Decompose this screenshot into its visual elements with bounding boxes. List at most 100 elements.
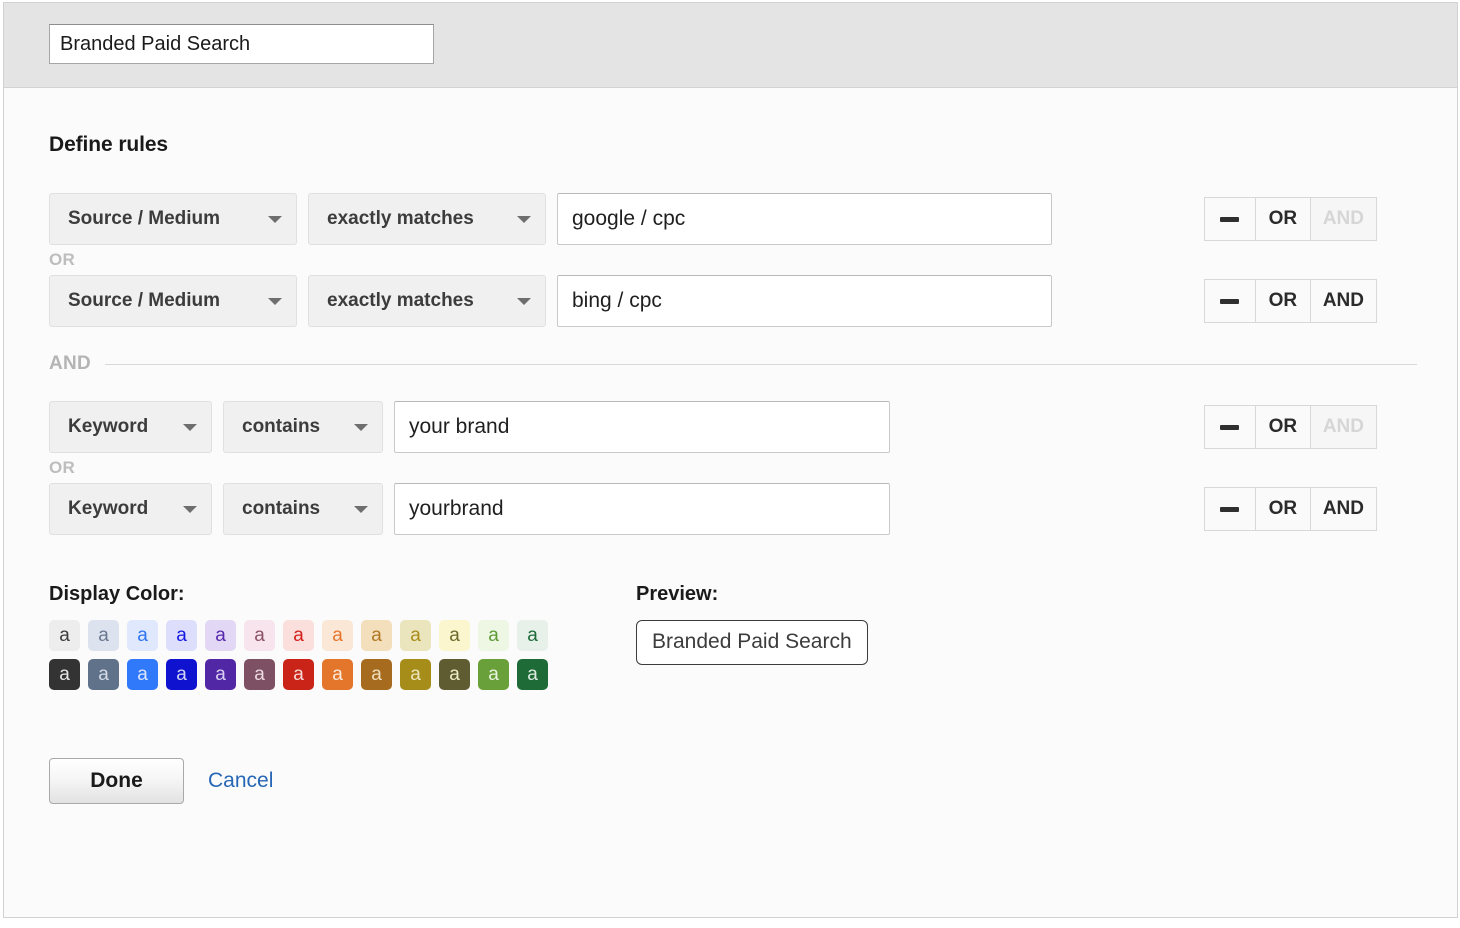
- and-button[interactable]: AND: [1310, 487, 1377, 531]
- dialog-header: [4, 3, 1457, 88]
- rule-row: Keyword contains OR: [49, 483, 1417, 535]
- and-button: AND: [1310, 197, 1377, 241]
- operator-select[interactable]: contains: [223, 401, 383, 453]
- color-swatch-dark-6[interactable]: a: [283, 659, 314, 690]
- color-swatch-light-0[interactable]: a: [49, 620, 80, 651]
- and-group-label: AND: [49, 353, 106, 375]
- color-swatch-light-10[interactable]: a: [439, 620, 470, 651]
- rule-row: Source / Medium exactly matches: [49, 193, 1417, 245]
- color-swatch-dark-0[interactable]: a: [49, 659, 80, 690]
- color-swatch-dark-12[interactable]: a: [517, 659, 548, 690]
- row-controls: OR AND: [1203, 197, 1377, 241]
- or-button[interactable]: OR: [1255, 405, 1311, 449]
- dialog-body: Define rules Source / Medium exactly mat…: [4, 88, 1457, 804]
- color-swatch-dark-5[interactable]: a: [244, 659, 275, 690]
- color-swatch-light-2[interactable]: a: [127, 620, 158, 651]
- color-swatch-light-1[interactable]: a: [88, 620, 119, 651]
- rule-group-2: Keyword contains OR: [4, 401, 1457, 535]
- dimension-select-label: Source / Medium: [68, 290, 221, 311]
- segment-preview-chip: Branded Paid Search: [636, 620, 868, 665]
- operator-select[interactable]: exactly matches: [308, 193, 546, 245]
- rule-row: Source / Medium exactly matches: [49, 275, 1417, 327]
- and-button[interactable]: AND: [1310, 279, 1377, 323]
- rule-value-input[interactable]: [557, 275, 1052, 327]
- divider-line: [49, 364, 1417, 365]
- minus-icon: [1220, 506, 1240, 512]
- operator-select-label: exactly matches: [327, 290, 474, 311]
- segment-editor-page: Define rules Source / Medium exactly mat…: [0, 0, 1460, 928]
- minus-icon: [1220, 216, 1240, 222]
- rule-group-1: Source / Medium exactly matches google /…: [4, 193, 1457, 327]
- page-title: Define rules: [49, 133, 169, 156]
- chevron-down-icon: [517, 216, 531, 223]
- rule-value-input[interactable]: [394, 483, 890, 535]
- chevron-down-icon: [354, 424, 368, 431]
- chevron-down-icon: [183, 506, 197, 513]
- color-swatch-light-4[interactable]: a: [205, 620, 236, 651]
- dimension-select-label: Keyword: [68, 498, 149, 519]
- chevron-down-icon: [517, 298, 531, 305]
- color-swatch-dark-7[interactable]: a: [322, 659, 353, 690]
- color-swatch-dark-9[interactable]: a: [400, 659, 431, 690]
- segment-name-input[interactable]: [49, 24, 434, 64]
- operator-select[interactable]: contains: [223, 483, 383, 535]
- color-swatch-light-11[interactable]: a: [478, 620, 509, 651]
- color-swatch-dark-8[interactable]: a: [361, 659, 392, 690]
- remove-rule-button[interactable]: [1203, 279, 1256, 323]
- minus-icon: [1220, 424, 1240, 430]
- color-swatch-light-7[interactable]: a: [322, 620, 353, 651]
- dimension-select[interactable]: Keyword: [49, 483, 212, 535]
- dimension-select-label: Keyword: [68, 416, 149, 437]
- operator-select-label: contains: [242, 498, 321, 519]
- preview-label: Preview:: [636, 583, 719, 605]
- define-segment-dialog: Define rules Source / Medium exactly mat…: [3, 2, 1458, 918]
- chevron-down-icon: [354, 506, 368, 513]
- done-button[interactable]: Done: [49, 758, 184, 804]
- remove-rule-button[interactable]: [1203, 197, 1256, 241]
- rule-value-input[interactable]: [557, 193, 1052, 245]
- color-swatch-dark-1[interactable]: a: [88, 659, 119, 690]
- preview-group: Preview: Branded Paid Search: [636, 583, 868, 690]
- color-swatch-grid: aaaaaaaaaaaaa aaaaaaaaaaaaa: [49, 620, 548, 690]
- operator-select-label: exactly matches: [327, 208, 474, 229]
- dimension-select[interactable]: Keyword: [49, 401, 212, 453]
- color-swatch-dark-11[interactable]: a: [478, 659, 509, 690]
- color-swatch-row-dark: aaaaaaaaaaaaa: [49, 659, 548, 690]
- display-color-label: Display Color:: [49, 583, 185, 605]
- color-swatch-light-5[interactable]: a: [244, 620, 275, 651]
- row-controls: OR AND: [1203, 279, 1377, 323]
- dimension-select[interactable]: Source / Medium: [49, 275, 297, 327]
- appearance-section: Display Color: aaaaaaaaaaaaa aaaaaaaaaaa…: [4, 535, 1457, 690]
- minus-icon: [1220, 298, 1240, 304]
- color-swatch-light-9[interactable]: a: [400, 620, 431, 651]
- rule-value-input[interactable]: [394, 401, 890, 453]
- or-connector: OR: [49, 458, 76, 477]
- color-swatch-light-3[interactable]: a: [166, 620, 197, 651]
- color-swatch-light-8[interactable]: a: [361, 620, 392, 651]
- chevron-down-icon: [268, 216, 282, 223]
- dialog-footer: Done Cancel: [4, 690, 1457, 804]
- operator-select-label: contains: [242, 416, 321, 437]
- operator-select[interactable]: exactly matches: [308, 275, 546, 327]
- row-controls: OR AND: [1203, 405, 1377, 449]
- or-button[interactable]: OR: [1255, 487, 1311, 531]
- color-swatch-dark-2[interactable]: a: [127, 659, 158, 690]
- or-connector: OR: [49, 250, 76, 269]
- row-controls: OR AND: [1203, 487, 1377, 531]
- dimension-select-label: Source / Medium: [68, 208, 221, 229]
- and-group-divider: AND: [49, 353, 1417, 375]
- color-swatch-dark-3[interactable]: a: [166, 659, 197, 690]
- or-button[interactable]: OR: [1255, 197, 1311, 241]
- color-swatch-light-12[interactable]: a: [517, 620, 548, 651]
- and-button: AND: [1310, 405, 1377, 449]
- color-swatch-dark-4[interactable]: a: [205, 659, 236, 690]
- chevron-down-icon: [268, 298, 282, 305]
- chevron-down-icon: [183, 424, 197, 431]
- or-button[interactable]: OR: [1255, 279, 1311, 323]
- color-swatch-light-6[interactable]: a: [283, 620, 314, 651]
- color-swatch-dark-10[interactable]: a: [439, 659, 470, 690]
- dimension-select[interactable]: Source / Medium: [49, 193, 297, 245]
- remove-rule-button[interactable]: [1203, 405, 1256, 449]
- remove-rule-button[interactable]: [1203, 487, 1256, 531]
- cancel-button[interactable]: Cancel: [208, 769, 273, 793]
